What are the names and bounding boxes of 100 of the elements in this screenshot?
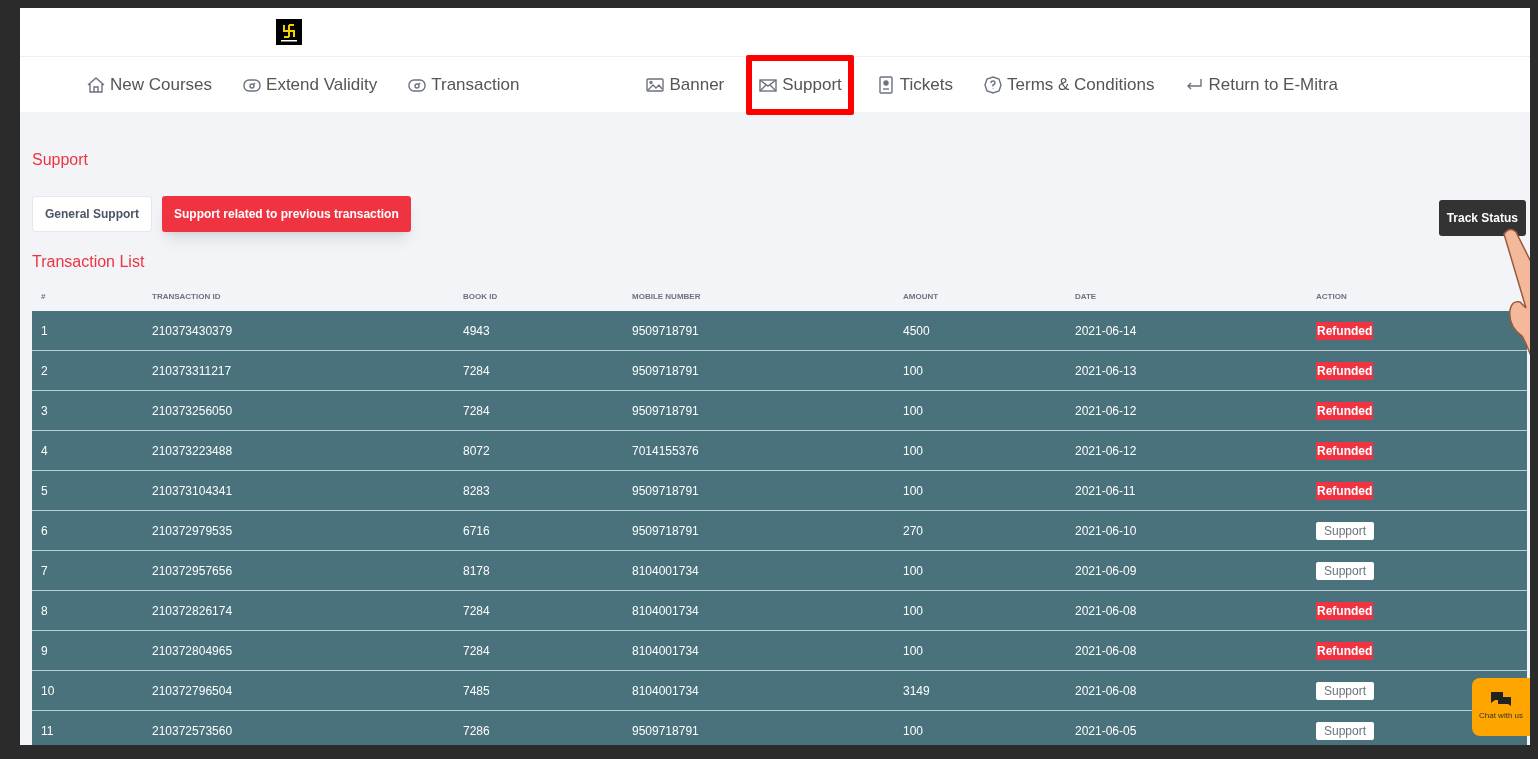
column-header: BOOK ID [463,290,499,303]
table-cell-text: 210372796504 [152,682,234,700]
table-cell-text: 7485 [463,682,491,700]
table-cell-text: 100 [903,642,925,660]
table-cell-text: 9509718791 [632,402,700,420]
table-cell-text: 8104001734 [632,642,700,660]
table-cell-text: 7284 [463,402,491,420]
table-cell-text: 100 [903,442,925,460]
table-cell-text: 210372573560 [152,722,234,740]
table-cell-text: 2 [41,362,49,380]
table-cell-text: 2021-06-09 [1075,562,1138,580]
table-cell-text: 2021-06-08 [1075,642,1138,660]
table-cell-text: 8283 [463,482,491,500]
table-cell-text: 210373311217 [152,362,233,380]
table-cell-text: 2021-06-05 [1075,722,1138,740]
table-cell-text: 100 [903,482,925,500]
column-header: DATE [1075,290,1098,303]
table-cell-text: 7286 [463,722,491,740]
table-cell-text: 100 [903,562,925,580]
column-header: TRANSACTION ID [152,290,222,303]
table-cell-text: 2021-06-10 [1075,522,1138,540]
nav-link[interactable]: Extend Validity [234,56,386,113]
table-cell-text: 210372826174 [152,602,234,620]
page-title: Support [32,150,90,170]
nav-link[interactable]: Return to E-Mitra [1176,56,1346,113]
table-cell-text: 4500 [903,322,931,340]
table-cell-text: 9 [41,642,49,660]
column-header: ACTION [1316,290,1348,303]
table-cell-text: 210373104341 [152,482,234,500]
track-status-button[interactable]: Track Status [1438,200,1526,236]
nav-link[interactable]: New Courses [78,56,221,113]
table-cell-text: 9509718791 [632,482,700,500]
table-cell-text: 100 [903,722,925,740]
table-cell-text: 2021-06-13 [1075,362,1138,380]
column-header: AMOUNT [903,290,940,303]
table-cell-text: 3 [41,402,49,420]
table-cell-text: 10 [41,682,56,700]
table-cell-text: 100 [903,402,925,420]
table-cell-text: 5 [41,482,49,500]
table-cell-text: 7284 [463,602,491,620]
table-cell-text: 8104001734 [632,562,700,580]
table-cell-text: 210373430379 [152,322,234,340]
table-cell-text: 6716 [463,522,491,540]
home-icon [86,74,106,95]
table-cell-text: 7284 [463,642,491,660]
logo-icon [276,19,302,45]
table-cell-text: 9509718791 [632,722,700,740]
table-cell-text: 2021-06-11 [1075,482,1137,500]
table-cell-text: 8 [41,602,49,620]
nav-link[interactable]: Banner [637,56,733,113]
table-cell-text: 1 [41,322,49,340]
nav-link[interactable]: Terms & Conditions [975,56,1163,113]
table-cell-text: 2021-06-12 [1075,442,1138,460]
chat-bubbles-icon [1491,692,1511,708]
table-cell-text: 2021-06-08 [1075,602,1138,620]
support-button[interactable]: Support [1316,521,1375,540]
support-tab[interactable]: Support related to previous transaction [162,196,411,232]
table-cell-text: 210372979535 [152,522,234,540]
table-cell-text: 8104001734 [632,602,700,620]
table-cell-text: 11 [41,722,55,740]
table-cell-text: 100 [903,362,925,380]
table-cell-text: 9509718791 [632,322,700,340]
column-header: # [41,290,47,303]
support-button[interactable]: Support [1316,721,1375,740]
table-cell-text: 8178 [463,562,491,580]
table-cell-text: 210373256050 [152,402,234,420]
support-button[interactable]: Support [1316,681,1375,700]
table-cell-text: 8072 [463,442,491,460]
column-header: MOBILE NUMBER [632,290,702,303]
table-cell-text: 4 [41,442,49,460]
status-tag: Refunded [1316,601,1374,620]
table-cell-text: 100 [903,602,925,620]
nav-link[interactable]: Support [746,54,854,115]
table-cell-text: 2021-06-12 [1075,402,1138,420]
table-cell-text: 210372804965 [152,642,234,660]
table-cell-text: 2021-06-08 [1075,682,1138,700]
status-tag: Refunded [1316,401,1374,420]
table-cell-text: 210373223488 [152,442,234,460]
status-tag: Refunded [1316,441,1374,460]
status-tag: Refunded [1316,321,1374,340]
table-cell-text: 7 [41,562,49,580]
chat-widget[interactable]: Chat with us [1472,678,1530,736]
table-cell-text: 7014155376 [632,442,700,460]
support-tab[interactable]: General Support [32,196,152,232]
table-cell-text: 8104001734 [632,682,700,700]
section-title: Transaction List [32,252,146,272]
table-cell-text: 6 [41,522,49,540]
nav-link[interactable]: Tickets [867,56,962,113]
help-icon [983,74,1004,95]
table-cell-text: 210372957656 [152,562,234,580]
nav-link[interactable]: Transaction [399,56,528,113]
table-cell-text: 270 [903,522,925,540]
table-cell-text: 9509718791 [632,362,700,380]
status-tag: Refunded [1316,361,1374,380]
support-button[interactable]: Support [1316,561,1375,580]
table-cell-text: 3149 [903,682,931,700]
table-cell-text: 9509718791 [632,522,700,540]
table-cell-text: 2021-06-14 [1075,322,1138,340]
status-tag: Refunded [1316,641,1374,660]
table-cell-text: 4943 [463,322,491,340]
